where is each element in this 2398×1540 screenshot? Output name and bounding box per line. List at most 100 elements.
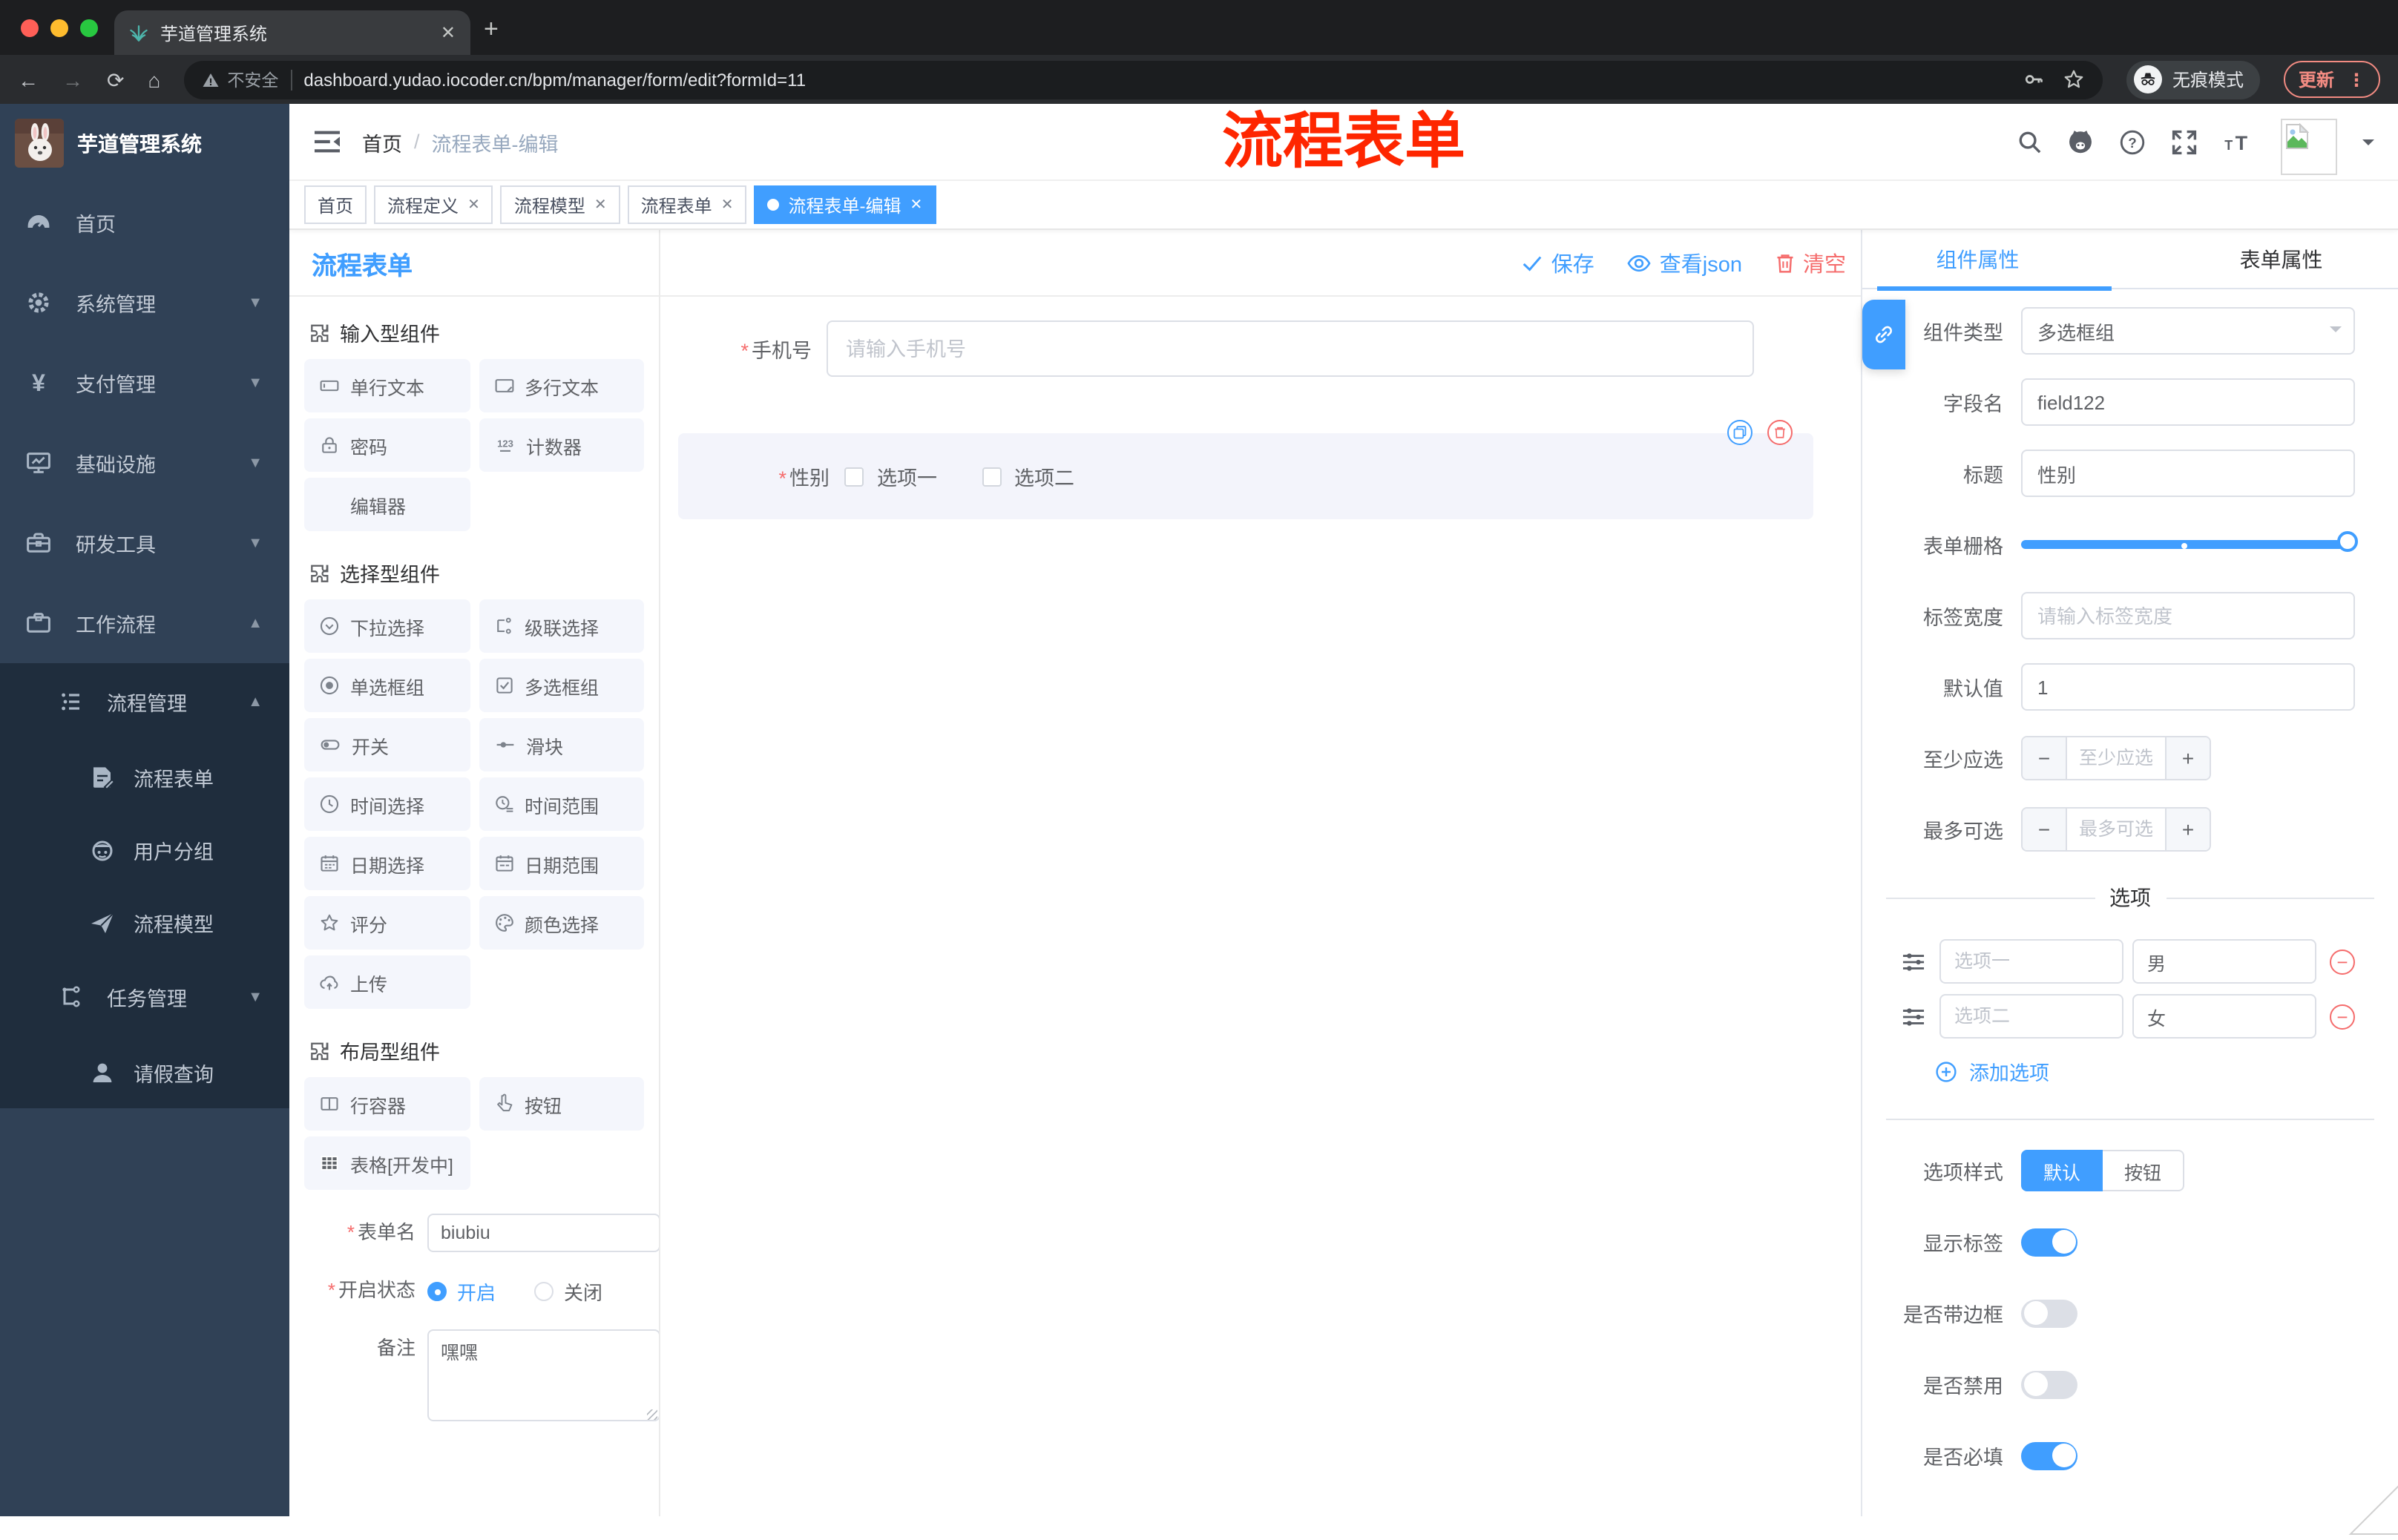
chip-radio-group[interactable]: 单选框组 <box>304 659 470 712</box>
tab-form-props[interactable]: 表单属性 <box>2164 230 2398 288</box>
avatar[interactable] <box>2281 118 2337 174</box>
sidebar-item-devtools[interactable]: 研发工具 ▼ <box>0 503 289 583</box>
style-button-button[interactable]: 按钮 <box>2103 1150 2184 1191</box>
new-tab-button[interactable]: + <box>484 15 499 45</box>
close-icon[interactable]: ✕ <box>721 197 734 213</box>
option-value-input[interactable] <box>2132 939 2316 984</box>
chip-button[interactable]: 按钮 <box>479 1077 644 1131</box>
view-json-button[interactable]: 查看json <box>1627 247 1742 278</box>
chip-slider[interactable]: 滑块 <box>479 718 644 771</box>
show-label-toggle[interactable] <box>2021 1228 2077 1256</box>
hamburger-icon[interactable] <box>313 129 341 154</box>
tag-process-model[interactable]: 流程模型 ✕ <box>500 185 620 224</box>
home-icon[interactable]: ⌂ <box>148 69 160 90</box>
tab-component-props[interactable]: 组件属性 <box>1862 230 2093 288</box>
sidebar-logo[interactable]: 芋道管理系统 <box>0 104 289 182</box>
security-warning[interactable]: 不安全 <box>202 68 278 91</box>
sidebar-item-payment[interactable]: ¥ 支付管理 ▼ <box>0 343 289 423</box>
checkbox-option-2[interactable]: 选项二 <box>982 461 1074 491</box>
chip-color-picker[interactable]: 颜色选择 <box>479 896 644 950</box>
chip-table[interactable]: 表格[开发中] <box>304 1136 470 1190</box>
close-icon[interactable]: ✕ <box>467 197 480 213</box>
chip-upload[interactable]: 上传 <box>304 955 470 1009</box>
component-type-select[interactable] <box>2021 307 2355 355</box>
drag-handle-icon[interactable] <box>1901 1005 1926 1027</box>
field-name-input[interactable] <box>2021 378 2355 426</box>
decrease-button[interactable]: − <box>2023 737 2067 779</box>
sidebar-item-task-manage[interactable]: 任务管理 ▼ <box>0 958 289 1036</box>
option-label-input[interactable] <box>1939 994 2123 1039</box>
font-size-icon[interactable]: TT <box>2223 128 2256 155</box>
sidebar-item-system[interactable]: 系统管理 ▼ <box>0 263 289 343</box>
drag-handle-icon[interactable] <box>1901 950 1926 973</box>
reload-icon[interactable]: ⟳ <box>107 69 124 90</box>
window-controls[interactable] <box>21 19 98 37</box>
clear-button[interactable]: 清空 <box>1775 247 1846 278</box>
sidebar-item-workflow[interactable]: 工作流程 ▲ <box>0 583 289 663</box>
label-width-input[interactable] <box>2021 592 2355 639</box>
link-handle[interactable] <box>1862 300 1905 369</box>
border-toggle[interactable] <box>2021 1299 2077 1327</box>
increase-button[interactable]: + <box>2165 809 2210 850</box>
tab-close-icon[interactable]: ✕ <box>441 22 456 43</box>
phone-input[interactable] <box>827 320 1754 377</box>
search-icon[interactable] <box>2017 129 2042 154</box>
chip-rate[interactable]: 评分 <box>304 896 470 950</box>
remove-option-button[interactable]: − <box>2330 1004 2355 1029</box>
style-default-button[interactable]: 默认 <box>2021 1150 2103 1191</box>
back-icon[interactable]: ← <box>18 69 39 90</box>
option-label-input[interactable] <box>1939 939 2123 984</box>
form-remark-textarea[interactable]: 嘿嘿 <box>427 1329 659 1421</box>
sidebar-item-process-form[interactable]: 流程表单 <box>0 740 289 813</box>
required-toggle[interactable] <box>2021 1441 2077 1470</box>
sidebar-item-home[interactable]: 首页 <box>0 182 289 263</box>
sidebar-item-infra[interactable]: 基础设施 ▼ <box>0 423 289 503</box>
option-value-input[interactable] <box>2132 994 2316 1039</box>
status-radio-on[interactable]: 开启 <box>427 1277 496 1305</box>
help-icon[interactable]: ? <box>2119 128 2146 155</box>
chip-checkbox-group[interactable]: 多选框组 <box>479 659 644 712</box>
chip-counter[interactable]: 123 计数器 <box>479 418 644 472</box>
disabled-toggle[interactable] <box>2021 1370 2077 1398</box>
forward-icon[interactable]: → <box>62 69 83 90</box>
close-icon[interactable]: ✕ <box>594 197 607 213</box>
sidebar-item-process-manage[interactable]: 流程管理 ▲ <box>0 663 289 740</box>
tag-home[interactable]: 首页 <box>304 185 367 224</box>
chip-select[interactable]: 下拉选择 <box>304 599 470 653</box>
github-icon[interactable] <box>2067 128 2094 155</box>
delete-component-button[interactable] <box>1767 420 1793 445</box>
tag-process-definition[interactable]: 流程定义 ✕ <box>374 185 493 224</box>
chip-multi-text[interactable]: 多行文本 <box>479 359 644 412</box>
grid-slider[interactable] <box>2021 521 2358 568</box>
close-icon[interactable]: ✕ <box>910 197 922 213</box>
chip-single-text[interactable]: 单行文本 <box>304 359 470 412</box>
browser-menu-icon[interactable]: ⋮ <box>2348 69 2365 90</box>
status-radio-off[interactable]: 关闭 <box>534 1277 602 1305</box>
close-window-button[interactable] <box>21 19 39 37</box>
browser-tab[interactable]: 芋道管理系统 ✕ <box>114 10 470 55</box>
update-button[interactable]: 更新 ⋮ <box>2283 61 2380 98</box>
tag-process-form-edit[interactable]: 流程表单-编辑 ✕ <box>754 185 936 224</box>
chip-password[interactable]: 密码 <box>304 418 470 472</box>
copy-component-button[interactable] <box>1727 420 1752 445</box>
decrease-button[interactable]: − <box>2023 809 2067 850</box>
gender-field-selected[interactable]: * 性别 选项一 选项二 <box>678 420 1813 519</box>
max-select-input[interactable] <box>2067 809 2165 850</box>
chip-date-range[interactable]: 日期范围 <box>479 837 644 890</box>
breadcrumb-home[interactable]: 首页 <box>362 127 402 157</box>
chip-time-range[interactable]: 时间范围 <box>479 777 644 831</box>
save-button[interactable]: 保存 <box>1522 247 1594 278</box>
chip-editor[interactable]: 编辑器 <box>304 478 470 531</box>
checkbox-option-1[interactable]: 选项一 <box>844 461 937 491</box>
key-icon[interactable] <box>2023 68 2045 91</box>
minimize-window-button[interactable] <box>50 19 68 37</box>
fullscreen-icon[interactable] <box>2171 128 2198 155</box>
bookmark-star-icon[interactable] <box>2063 68 2085 91</box>
zoom-window-button[interactable] <box>80 19 98 37</box>
title-input[interactable] <box>2021 450 2355 497</box>
chip-switch[interactable]: 开关 <box>304 718 470 771</box>
chip-date-picker[interactable]: 日期选择 <box>304 837 470 890</box>
chip-row-container[interactable]: 行容器 <box>304 1077 470 1131</box>
sidebar-item-user-group[interactable]: 用户分组 <box>0 813 289 886</box>
address-bar[interactable]: 不安全 dashboard.yudao.iocoder.cn/bpm/manag… <box>184 60 2103 99</box>
